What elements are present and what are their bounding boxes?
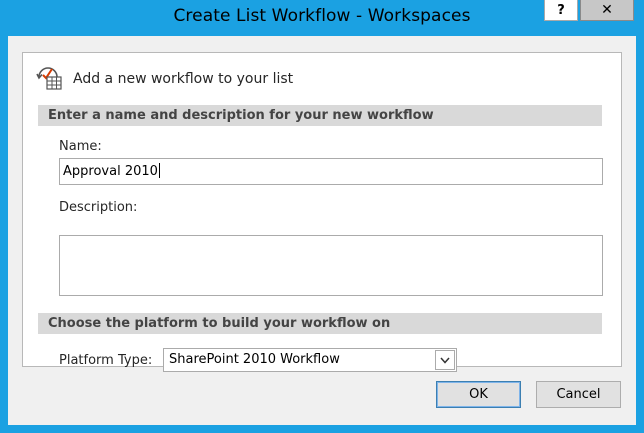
ok-button[interactable]: OK [436, 381, 521, 408]
name-value: Approval 2010 [63, 164, 158, 179]
text-caret [158, 163, 160, 178]
close-button[interactable]: ✕ [580, 0, 634, 21]
description-field[interactable] [59, 235, 603, 296]
help-button[interactable]: ? [544, 0, 578, 21]
dialog-window: Create List Workflow - Workspaces ? ✕ Ad… [0, 0, 644, 433]
platform-type-value: SharePoint 2010 Workflow [169, 352, 340, 367]
section-heading-name: Enter a name and description for your ne… [38, 105, 602, 126]
dialog-body: Add a new workflow to your list Enter a … [8, 36, 636, 425]
content-panel: Add a new workflow to your list Enter a … [22, 52, 622, 372]
cancel-button[interactable]: Cancel [536, 381, 621, 408]
description-label: Description: [59, 200, 138, 215]
section-heading-platform: Choose the platform to build your workfl… [38, 313, 602, 334]
dialog-header: Add a new workflow to your list [35, 64, 293, 94]
name-field[interactable]: Approval 2010 [59, 158, 603, 185]
platform-type-label: Platform Type: [59, 353, 153, 368]
platform-type-select[interactable]: SharePoint 2010 Workflow [163, 348, 457, 372]
chevron-down-icon[interactable] [435, 350, 455, 370]
title-bar[interactable]: Create List Workflow - Workspaces ? ✕ [0, 0, 644, 36]
name-label: Name: [59, 139, 102, 154]
header-text: Add a new workflow to your list [73, 71, 294, 87]
workflow-list-icon [35, 63, 63, 95]
